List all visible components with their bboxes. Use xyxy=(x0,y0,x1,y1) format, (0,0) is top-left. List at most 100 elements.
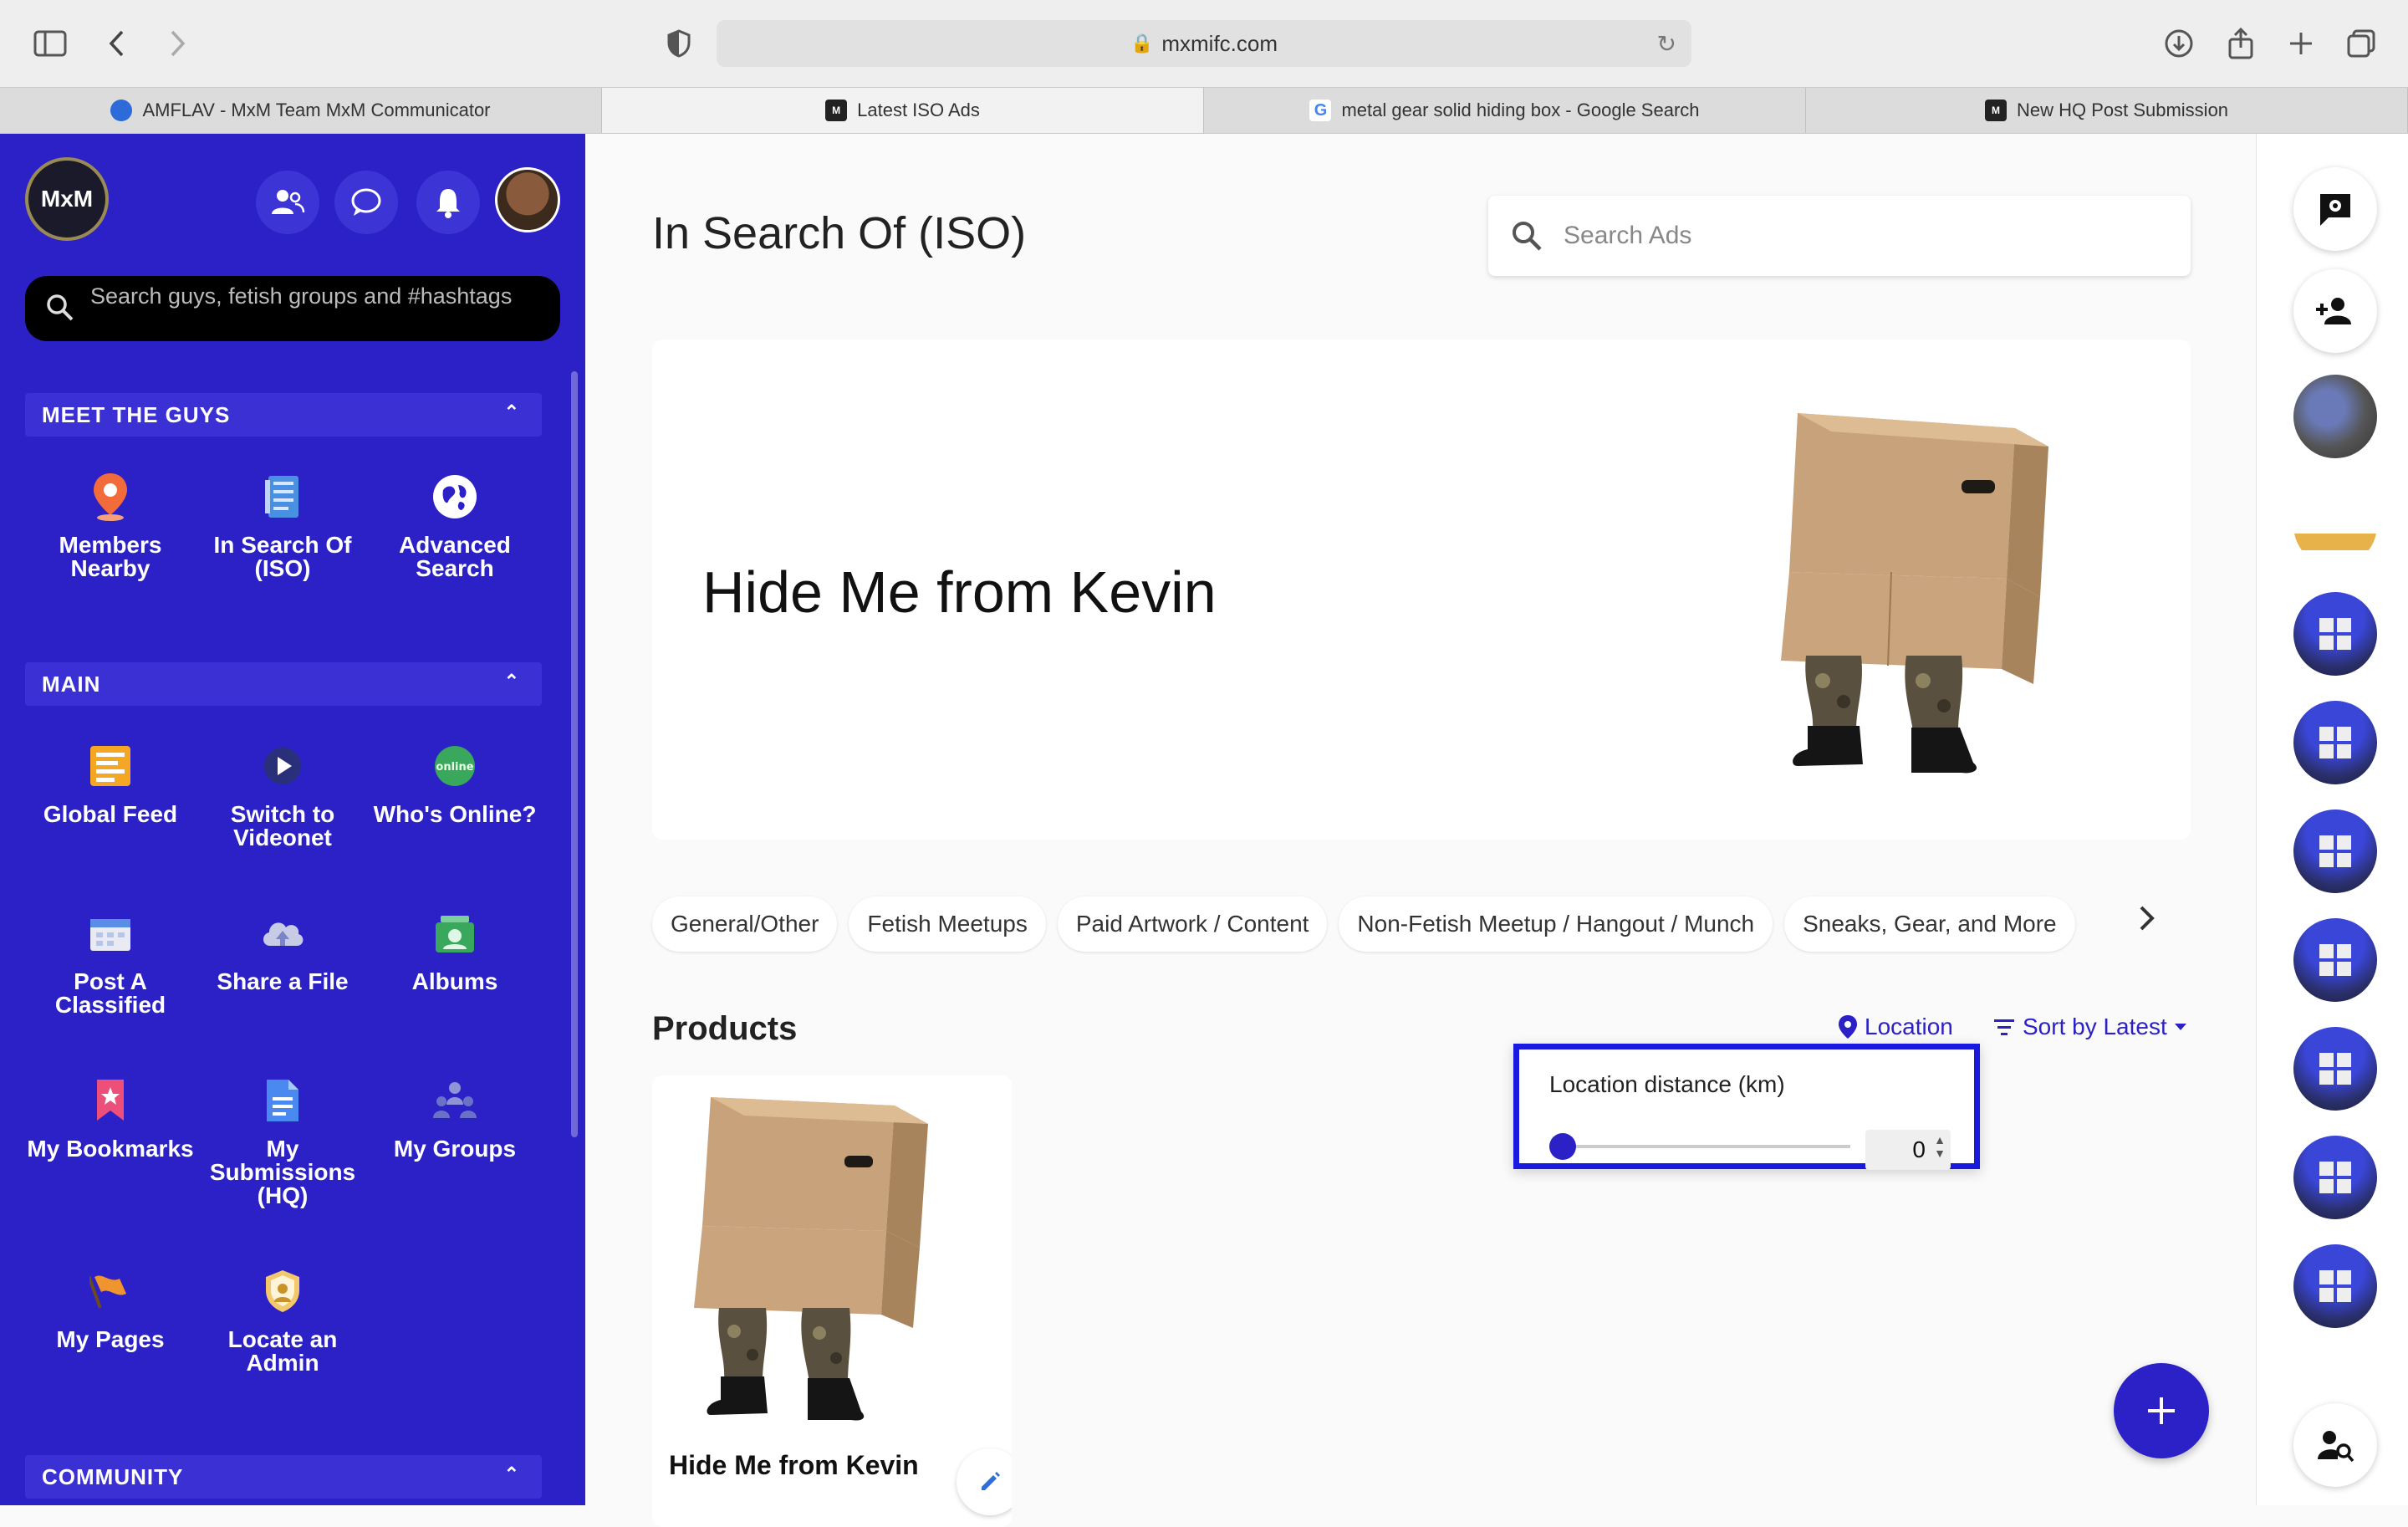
tab-amflav[interactable]: AMFLAV - MxM Team MxM Communicator xyxy=(0,88,602,133)
sidebar-scrollbar[interactable] xyxy=(571,371,578,1137)
group-avatar[interactable] xyxy=(2293,375,2377,458)
group-avatar[interactable] xyxy=(2293,483,2377,567)
section-main[interactable]: MAIN ⌃ xyxy=(25,662,542,706)
chip-paid-artwork[interactable]: Paid Artwork / Content xyxy=(1057,896,1328,952)
featured-ad-banner[interactable]: Hide Me from Kevin xyxy=(652,340,2191,840)
group-avatar[interactable] xyxy=(2293,1136,2377,1219)
menu-my-submissions[interactable]: My Submissions (HQ) xyxy=(199,1075,366,1208)
find-user-button[interactable] xyxy=(2293,1403,2377,1487)
add-friend-button[interactable] xyxy=(2293,269,2377,353)
distance-number-input[interactable]: 0 ▲ ▼ xyxy=(1865,1130,1951,1170)
distance-slider-track[interactable] xyxy=(1563,1145,1850,1148)
menu-global-feed[interactable]: Global Feed xyxy=(27,741,194,826)
chip-general-other[interactable]: General/Other xyxy=(652,896,838,952)
tab-latest-iso-ads[interactable]: M Latest ISO Ads xyxy=(602,88,1204,133)
menu-label: Albums xyxy=(411,968,498,994)
group-avatar[interactable] xyxy=(2293,701,2377,784)
section-community[interactable]: COMMUNITY ⌃ xyxy=(25,1455,542,1499)
chip-fetish-meetups[interactable]: Fetish Meetups xyxy=(849,896,1046,952)
menu-my-bookmarks[interactable]: My Bookmarks xyxy=(27,1075,194,1161)
menu-my-groups[interactable]: My Groups xyxy=(371,1075,538,1161)
grid-icon xyxy=(2319,835,2351,867)
section-meet-the-guys[interactable]: MEET THE GUYS ⌃ xyxy=(25,393,542,437)
menu-post-a-classified[interactable]: Post A Classified xyxy=(27,908,194,1017)
search-ads-input[interactable]: Search Ads xyxy=(1488,196,2191,276)
group-icon xyxy=(430,1075,480,1126)
menu-share-a-file[interactable]: Share a File xyxy=(199,908,366,993)
download-icon[interactable] xyxy=(2161,25,2197,62)
group-avatar[interactable] xyxy=(2293,1244,2377,1328)
section-label: COMMUNITY xyxy=(42,1463,184,1489)
products-heading: Products xyxy=(652,1010,798,1047)
group-avatar[interactable] xyxy=(2293,1027,2377,1111)
menu-label: Who's Online? xyxy=(373,801,537,827)
section-label: MAIN xyxy=(42,671,101,697)
tab-title: Latest ISO Ads xyxy=(857,100,980,120)
share-icon[interactable] xyxy=(2222,25,2259,62)
menu-whos-online[interactable]: online Who's Online? xyxy=(371,741,538,826)
chevron-up-icon: ⌃ xyxy=(503,1463,520,1484)
tab-new-hq-post[interactable]: M New HQ Post Submission xyxy=(1806,88,2408,133)
location-filter-button[interactable]: Location xyxy=(1838,1014,1953,1040)
tab-overview-icon[interactable] xyxy=(2343,25,2380,62)
menu-my-pages[interactable]: My Pages xyxy=(27,1266,194,1351)
chevron-right-icon[interactable] xyxy=(2136,903,2156,941)
video-icon xyxy=(258,741,308,791)
lock-icon: 🔒 xyxy=(1130,33,1154,54)
main-content: In Search Of (ISO) Search Ads Hide Me fr… xyxy=(585,134,2256,1527)
bell-icon xyxy=(436,189,460,218)
group-avatar[interactable] xyxy=(2293,918,2377,1002)
sidebar-toggle-icon[interactable] xyxy=(32,25,69,62)
sidebar-search-input[interactable]: Search guys, fetish groups and #hashtags xyxy=(25,276,560,341)
cardboard-box-image xyxy=(694,1097,928,1421)
group-avatar[interactable] xyxy=(2293,592,2377,676)
reload-icon[interactable]: ↻ xyxy=(1657,30,1676,58)
stepper-icon[interactable]: ▲ ▼ xyxy=(1934,1133,1946,1160)
chip-non-fetish-meetup[interactable]: Non-Fetish Meetup / Hangout / Munch xyxy=(1339,896,1773,952)
site-logo[interactable]: MxM xyxy=(25,157,109,241)
back-icon[interactable] xyxy=(99,25,135,62)
sort-dropdown[interactable]: Sort by Latest xyxy=(1992,1014,2187,1040)
shield-icon[interactable] xyxy=(661,25,697,62)
user-avatar[interactable] xyxy=(495,167,560,232)
messages-button[interactable] xyxy=(334,171,398,234)
friends-button[interactable] xyxy=(256,171,319,234)
feedback-button[interactable] xyxy=(2293,167,2377,251)
notifications-button[interactable] xyxy=(416,171,480,234)
grid-icon xyxy=(2319,1162,2351,1193)
tab-google-search[interactable]: G metal gear solid hiding box - Google S… xyxy=(1204,88,1806,133)
menu-switch-to-videonet[interactable]: Switch to Videonet xyxy=(199,741,366,850)
section-label: MEET THE GUYS xyxy=(42,401,231,427)
sort-icon xyxy=(1994,1019,2014,1035)
category-chips: General/Other Fetish Meetups Paid Artwor… xyxy=(652,896,2075,952)
users-icon xyxy=(272,190,305,214)
distance-slider-thumb[interactable] xyxy=(1549,1133,1576,1160)
product-card[interactable]: Hide Me from Kevin xyxy=(652,1075,1012,1527)
menu-locate-an-admin[interactable]: Locate an Admin xyxy=(199,1266,366,1375)
sidebar-search-placeholder: Search guys, fetish groups and #hashtags xyxy=(90,283,513,309)
chat-icon xyxy=(351,188,381,216)
tab-bar: AMFLAV - MxM Team MxM Communicator M Lat… xyxy=(0,87,2408,134)
group-avatar[interactable] xyxy=(2293,809,2377,893)
forward-icon[interactable] xyxy=(159,25,196,62)
address-bar[interactable]: 🔒 mxmifc.com ↻ xyxy=(717,20,1691,67)
mxm-icon: M xyxy=(1984,100,2007,121)
sort-label: Sort by Latest xyxy=(2023,1014,2167,1039)
tab-title: New HQ Post Submission xyxy=(2016,100,2229,120)
album-icon xyxy=(430,908,480,958)
cloud-upload-icon xyxy=(258,908,308,958)
new-tab-icon[interactable] xyxy=(2283,25,2319,62)
menu-advanced-search[interactable]: Advanced Search xyxy=(371,472,538,580)
browser-toolbar: 🔒 mxmifc.com ↻ xyxy=(0,0,2408,87)
edit-button[interactable] xyxy=(957,1448,1012,1515)
chip-sneaks-gear[interactable]: Sneaks, Gear, and More xyxy=(1784,896,2075,952)
feed-icon xyxy=(85,741,135,791)
menu-albums[interactable]: Albums xyxy=(371,908,538,993)
menu-members-nearby[interactable]: Members Nearby xyxy=(27,472,194,580)
menu-in-search-of[interactable]: In Search Of (ISO) xyxy=(199,472,366,580)
user-search-icon xyxy=(2318,1431,2354,1463)
search-ads-placeholder: Search Ads xyxy=(1564,222,1692,249)
product-title: Hide Me from Kevin xyxy=(669,1450,919,1480)
add-ad-button[interactable] xyxy=(2114,1363,2209,1458)
chevron-up-icon: ⌃ xyxy=(503,671,520,692)
